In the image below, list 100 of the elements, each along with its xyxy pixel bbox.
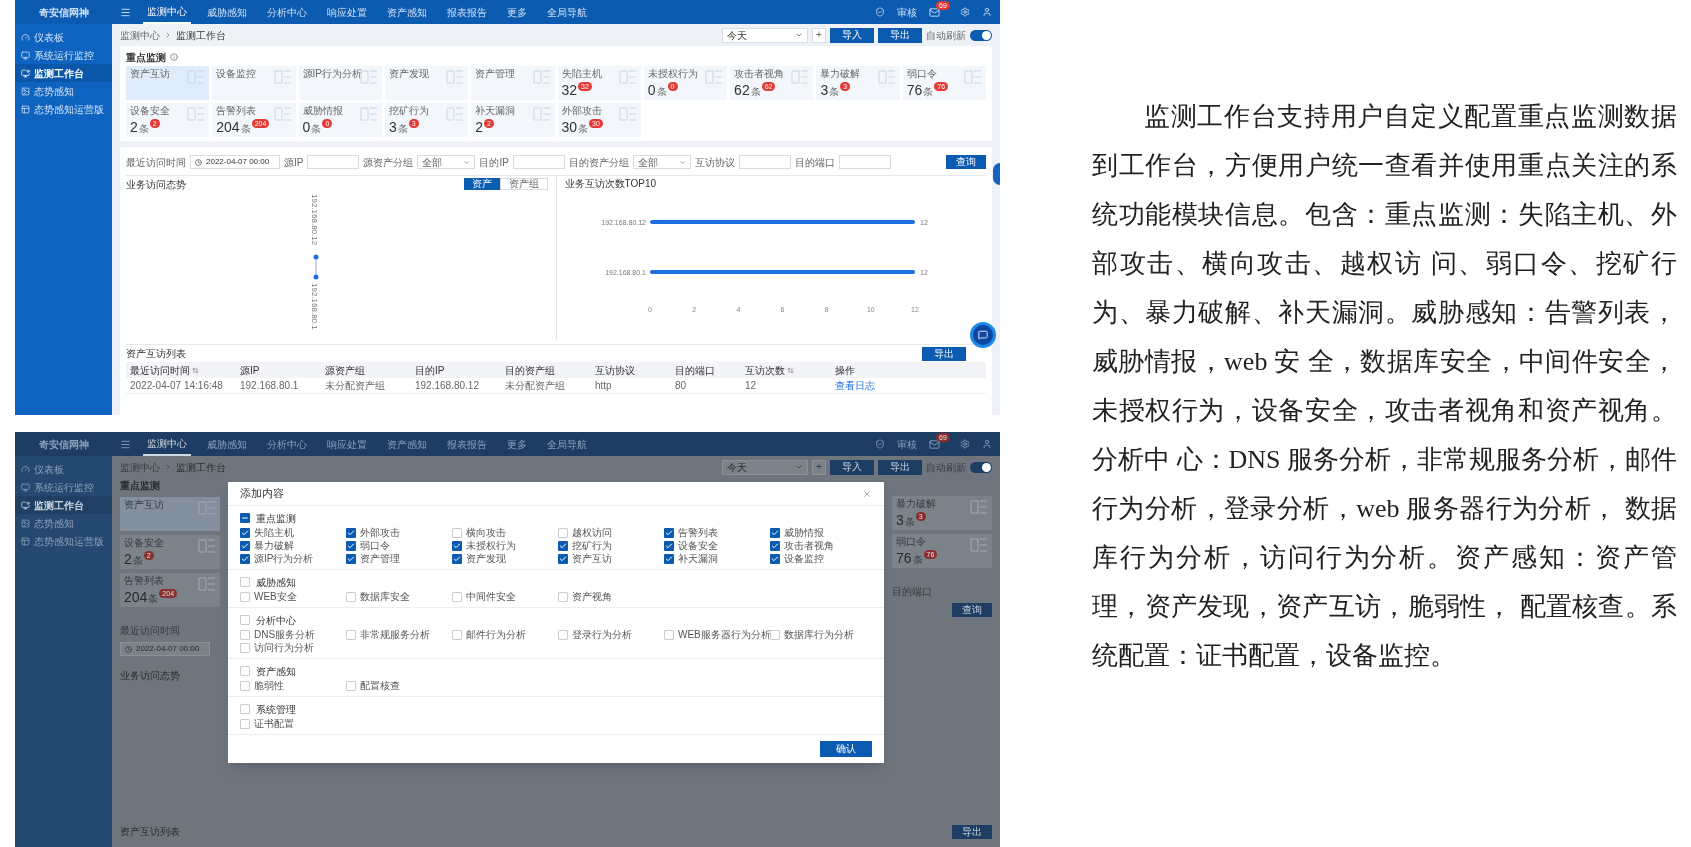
checkbox[interactable] <box>664 527 674 538</box>
toggle-tab[interactable]: 资产组 <box>499 178 548 190</box>
checkbox[interactable] <box>770 553 780 564</box>
sidebar-item[interactable]: 态势感知 <box>15 514 112 532</box>
checkbox[interactable] <box>240 704 250 714</box>
checkbox[interactable] <box>240 527 250 538</box>
settings-icon[interactable] <box>960 439 970 449</box>
user-icon[interactable] <box>982 439 992 449</box>
sidebar-item[interactable]: 仪表板 <box>15 28 112 46</box>
checkbox[interactable] <box>770 629 780 640</box>
nav-tab[interactable]: 更多 <box>503 432 531 456</box>
range-select[interactable]: 今天 <box>722 459 808 475</box>
nav-tab[interactable]: 资产感知 <box>383 432 431 456</box>
select-field[interactable]: 全部 <box>632 155 691 169</box>
monitor-card[interactable]: 设备监控 <box>212 66 296 100</box>
checkbox[interactable] <box>240 615 250 625</box>
checkbox[interactable] <box>452 540 462 551</box>
text-field[interactable] <box>512 155 565 169</box>
checkbox[interactable] <box>558 553 568 564</box>
range-select[interactable]: 今天 <box>722 27 808 43</box>
query-button[interactable]: 查询 <box>952 603 992 617</box>
checkbox[interactable] <box>240 577 250 587</box>
sort-icon[interactable] <box>787 366 794 374</box>
export-button[interactable]: 导出 <box>922 346 966 361</box>
checkbox[interactable] <box>240 513 250 523</box>
confirm-button[interactable]: 确认 <box>820 741 872 757</box>
checkbox[interactable] <box>664 629 674 640</box>
date-field[interactable]: 2022-04-07 00:00 <box>190 155 280 169</box>
checkbox[interactable] <box>452 527 462 538</box>
checkbox[interactable] <box>452 629 462 640</box>
nav-tab[interactable]: 威胁感知 <box>203 0 251 24</box>
sidebar-item[interactable]: 仪表板 <box>15 460 112 478</box>
checkbox[interactable] <box>770 540 780 551</box>
nav-tab[interactable]: 更多 <box>503 0 531 24</box>
view-log-link[interactable]: 查看日志 <box>835 378 982 393</box>
checkbox[interactable] <box>452 553 462 564</box>
header-link[interactable]: 审核 <box>897 436 917 452</box>
monitor-card[interactable]: 资产互访 <box>120 497 220 531</box>
nav-tab[interactable]: 响应处置 <box>323 432 371 456</box>
checkbox[interactable] <box>240 666 250 676</box>
nav-tab[interactable]: 分析中心 <box>263 0 311 24</box>
menu-icon[interactable] <box>120 438 131 450</box>
toggle-tab[interactable]: 资产 <box>463 178 500 190</box>
checkbox[interactable] <box>240 553 250 564</box>
text-field[interactable] <box>738 155 791 169</box>
user-icon[interactable] <box>982 7 992 17</box>
text-field[interactable] <box>307 155 360 169</box>
checkbox[interactable] <box>770 527 780 538</box>
graph-node[interactable] <box>313 254 319 260</box>
checkbox[interactable] <box>558 591 568 602</box>
chat-button[interactable] <box>970 322 996 348</box>
monitor-card[interactable]: 资产管理 <box>471 66 555 100</box>
breadcrumb-link[interactable]: 监测中心 <box>120 27 160 43</box>
nav-tab[interactable]: 响应处置 <box>323 0 371 24</box>
graph-node[interactable] <box>313 274 319 280</box>
checkbox[interactable] <box>664 553 674 564</box>
sidebar-item[interactable]: 系统运行监控 <box>15 46 112 64</box>
monitor-card[interactable]: 资产发现 <box>384 66 469 100</box>
nav-tab[interactable]: 全局导航 <box>543 432 591 456</box>
query-button[interactable]: 查询 <box>946 155 986 169</box>
menu-icon[interactable] <box>120 6 131 18</box>
sidebar-item[interactable]: 监测工作台 <box>15 496 112 514</box>
sidebar-item[interactable]: 态势感知 <box>15 82 112 100</box>
toolbar-button[interactable]: 导出 <box>878 459 922 475</box>
close-icon[interactable] <box>862 488 872 499</box>
select-field[interactable]: 全部 <box>417 155 476 169</box>
toolbar-button[interactable]: 导出 <box>878 27 922 43</box>
nav-tab[interactable]: 分析中心 <box>263 432 311 456</box>
nav-tab[interactable]: 威胁感知 <box>203 432 251 456</box>
date-field[interactable]: 2022-04-07 00:00 <box>120 642 210 656</box>
add-button[interactable]: + <box>812 27 826 43</box>
shield-icon[interactable] <box>875 439 885 449</box>
checkbox[interactable] <box>240 680 250 691</box>
floating-tab[interactable] <box>993 163 1000 185</box>
checkbox[interactable] <box>240 540 250 551</box>
checkbox[interactable] <box>240 718 250 729</box>
monitor-card[interactable]: 源IP行为分析 <box>298 66 382 100</box>
text-field[interactable] <box>838 155 891 169</box>
checkbox[interactable] <box>240 642 250 653</box>
sidebar-item[interactable]: 态势感知运营版 <box>15 100 112 118</box>
nav-tab[interactable]: 全局导航 <box>543 0 591 24</box>
checkbox[interactable] <box>664 540 674 551</box>
checkbox[interactable] <box>558 629 568 640</box>
checkbox[interactable] <box>240 591 250 602</box>
nav-tab[interactable]: 资产感知 <box>383 0 431 24</box>
checkbox[interactable] <box>558 540 568 551</box>
checkbox[interactable] <box>346 680 356 691</box>
checkbox[interactable] <box>346 553 356 564</box>
sidebar-item[interactable]: 系统运行监控 <box>15 478 112 496</box>
checkbox[interactable] <box>452 591 462 602</box>
monitor-card[interactable]: 资产互访 <box>126 66 210 100</box>
checkbox[interactable] <box>346 629 356 640</box>
sort-icon[interactable] <box>192 366 199 374</box>
checkbox[interactable] <box>346 540 356 551</box>
sidebar-item[interactable]: 态势感知运营版 <box>15 532 112 550</box>
nav-tab[interactable]: 报表报告 <box>443 0 491 24</box>
checkbox[interactable] <box>346 527 356 538</box>
nav-tab[interactable]: 报表报告 <box>443 432 491 456</box>
toolbar-button[interactable]: 导入 <box>830 459 874 475</box>
sidebar-item[interactable]: 监测工作台 <box>15 64 112 82</box>
